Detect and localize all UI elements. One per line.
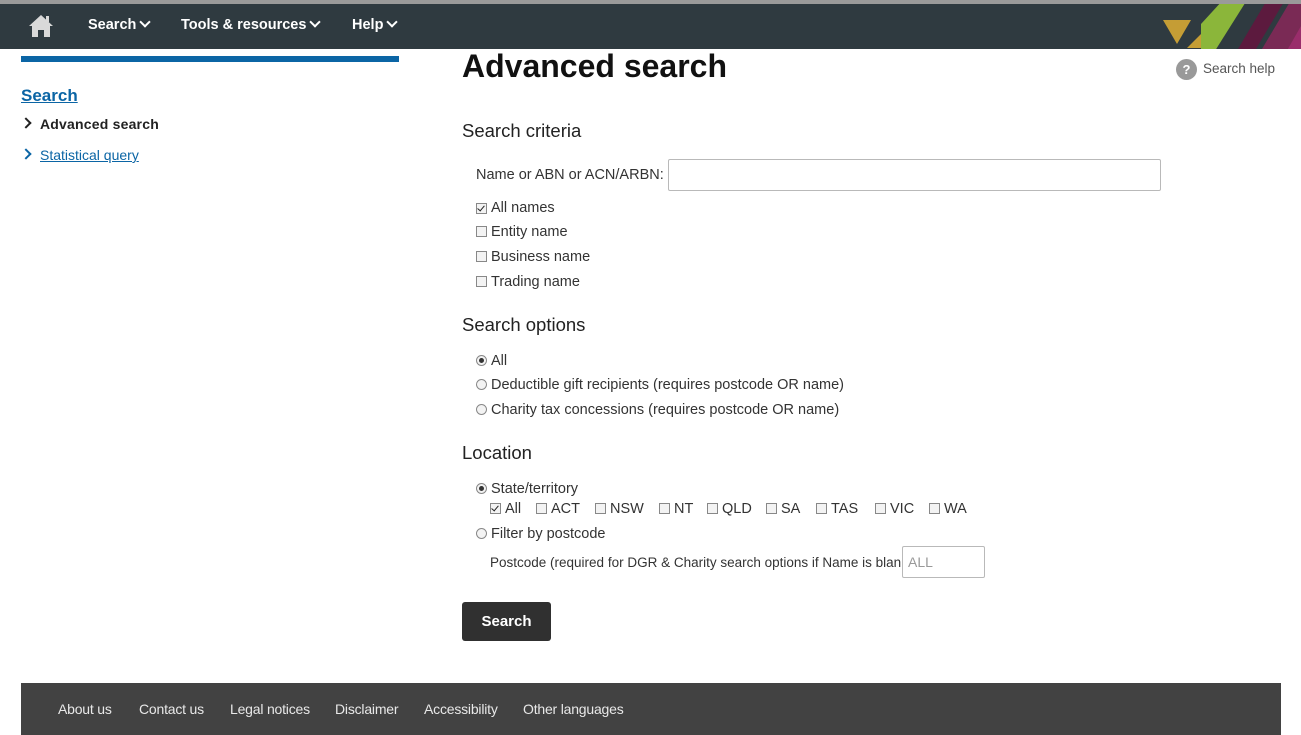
business-name-checkbox[interactable] — [476, 251, 487, 262]
chevron-right-icon — [20, 117, 32, 129]
state-nt-label: NT — [674, 501, 694, 517]
nav-help-label: Help — [352, 17, 384, 33]
option-charity-label: Charity tax concessions (requires postco… — [491, 402, 840, 418]
entity-name-label: Entity name — [491, 224, 568, 240]
state-vic-checkbox[interactable] — [875, 503, 886, 514]
brand-graphic — [1161, 4, 1301, 49]
search-help-link[interactable]: ? Search help — [1176, 59, 1275, 80]
sidebar-item-label: Advanced search — [40, 116, 159, 132]
postcode-input[interactable] — [902, 546, 985, 578]
state-wa-label: WA — [944, 501, 967, 517]
search-options-heading: Search options — [462, 314, 586, 335]
sidebar-item-statistical-query[interactable]: Statistical query — [20, 147, 139, 163]
state-qld-label: QLD — [722, 501, 752, 517]
state-all-checkbox[interactable] — [490, 503, 501, 514]
state-sa-checkbox[interactable] — [766, 503, 777, 514]
footer-link-legal[interactable]: Legal notices — [230, 701, 310, 717]
chevron-down-icon — [386, 16, 399, 28]
footer-link-contact[interactable]: Contact us — [139, 701, 204, 717]
nav-help-menu[interactable]: Help — [352, 16, 399, 33]
state-territory-radio[interactable] — [476, 483, 487, 494]
nav-search-menu[interactable]: Search — [88, 16, 152, 33]
trading-name-label: Trading name — [491, 274, 580, 290]
sidebar-title-link[interactable]: Search — [21, 86, 78, 106]
business-name-label: Business name — [491, 249, 591, 265]
state-sa-label: SA — [781, 501, 801, 517]
chevron-down-icon — [139, 16, 152, 28]
footer-link-languages[interactable]: Other languages — [523, 701, 624, 717]
state-tas-checkbox[interactable] — [816, 503, 827, 514]
nav-tools-menu[interactable]: Tools & resources — [181, 16, 322, 33]
chevron-down-icon — [309, 16, 322, 28]
trading-name-checkbox[interactable] — [476, 276, 487, 287]
footer-link-accessibility[interactable]: Accessibility — [424, 701, 498, 717]
search-criteria-heading: Search criteria — [462, 120, 582, 141]
footer-link-about[interactable]: About us — [58, 701, 112, 717]
name-field-label: Name or ABN or ACN/ARBN: — [476, 167, 664, 183]
footer-link-disclaimer[interactable]: Disclaimer — [335, 701, 399, 717]
option-charity-radio[interactable] — [476, 404, 487, 415]
search-help-label: Search help — [1203, 61, 1276, 77]
chevron-right-icon — [20, 148, 32, 160]
state-wa-checkbox[interactable] — [929, 503, 940, 514]
state-territory-label: State/territory — [491, 481, 579, 497]
state-nt-checkbox[interactable] — [659, 503, 670, 514]
help-icon: ? — [1176, 59, 1197, 80]
home-icon[interactable] — [27, 12, 55, 40]
state-act-label: ACT — [551, 501, 580, 517]
nav-search-label: Search — [88, 17, 137, 33]
sidebar-item-advanced-search[interactable]: Advanced search — [20, 116, 159, 132]
state-act-checkbox[interactable] — [536, 503, 547, 514]
state-qld-checkbox[interactable] — [707, 503, 718, 514]
state-nsw-label: NSW — [610, 501, 644, 517]
option-all-label: All — [491, 353, 508, 369]
filter-postcode-radio[interactable] — [476, 528, 487, 539]
search-button[interactable]: Search — [462, 602, 551, 641]
state-all-label: All — [505, 501, 522, 517]
location-heading: Location — [462, 442, 532, 463]
top-navigation: Search Tools & resources Help — [0, 4, 1301, 49]
page-title: Advanced search — [462, 48, 728, 84]
postcode-label: Postcode (required for DGR & Charity sea… — [490, 555, 913, 570]
state-tas-label: TAS — [831, 501, 859, 517]
state-nsw-checkbox[interactable] — [595, 503, 606, 514]
option-dgr-label: Deductible gift recipients (requires pos… — [491, 377, 844, 393]
entity-name-checkbox[interactable] — [476, 226, 487, 237]
all-names-checkbox[interactable] — [476, 203, 487, 214]
sidebar-accent-bar — [21, 56, 399, 62]
filter-postcode-label: Filter by postcode — [491, 526, 606, 542]
footer: About us Contact us Legal notices Discla… — [21, 683, 1281, 735]
name-abn-input[interactable] — [668, 159, 1161, 191]
all-names-label: All names — [491, 200, 555, 216]
option-all-radio[interactable] — [476, 355, 487, 366]
nav-tools-label: Tools & resources — [181, 17, 307, 33]
sidebar-item-label[interactable]: Statistical query — [40, 147, 139, 163]
option-dgr-radio[interactable] — [476, 379, 487, 390]
state-vic-label: VIC — [890, 501, 915, 517]
